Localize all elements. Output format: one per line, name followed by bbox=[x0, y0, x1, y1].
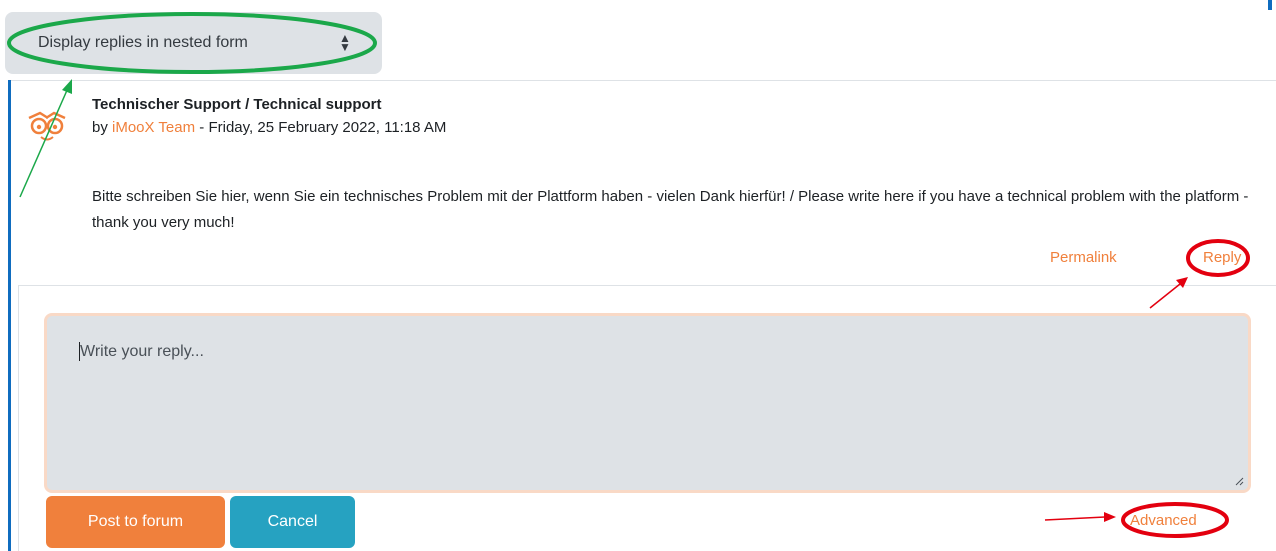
post-date: Friday, 25 February 2022, 11:18 AM bbox=[208, 119, 447, 136]
divider bbox=[10, 80, 1276, 81]
display-mode-select[interactable]: Display replies in nested form ▲ ▼ bbox=[5, 12, 382, 74]
reply-textarea[interactable]: Write your reply... bbox=[44, 313, 1251, 493]
byline-prefix: by bbox=[92, 119, 113, 136]
post-author-link[interactable]: iMooX Team bbox=[112, 119, 195, 136]
display-mode-selected-label: Display replies in nested form bbox=[38, 34, 248, 51]
byline-separator: - bbox=[195, 119, 209, 136]
top-edge-accent bbox=[1268, 0, 1272, 10]
owl-eyes-logo-icon bbox=[28, 111, 66, 141]
reply-placeholder: Write your reply... bbox=[80, 343, 204, 360]
advanced-link[interactable]: Advanced bbox=[1130, 512, 1197, 529]
cancel-button[interactable]: Cancel bbox=[230, 496, 355, 548]
post-subject: Technischer Support / Technical support bbox=[92, 96, 382, 113]
permalink-link[interactable]: Permalink bbox=[1050, 249, 1117, 266]
post-left-accent-bar bbox=[8, 80, 11, 551]
post-byline: by iMooX Team - Friday, 25 February 2022… bbox=[92, 119, 446, 136]
forum-discussion-view: Display replies in nested form ▲ ▼ Techni… bbox=[0, 0, 1276, 551]
resize-handle-icon[interactable] bbox=[1234, 476, 1244, 486]
sort-caret-icon: ▲ ▼ bbox=[339, 31, 351, 54]
post-body: Bitte schreiben Sie hier, wenn Sie ein t… bbox=[92, 188, 1249, 231]
post-to-forum-button[interactable]: Post to forum bbox=[46, 496, 225, 548]
reply-link[interactable]: Reply bbox=[1203, 249, 1241, 266]
green-arrow-head bbox=[62, 79, 72, 94]
